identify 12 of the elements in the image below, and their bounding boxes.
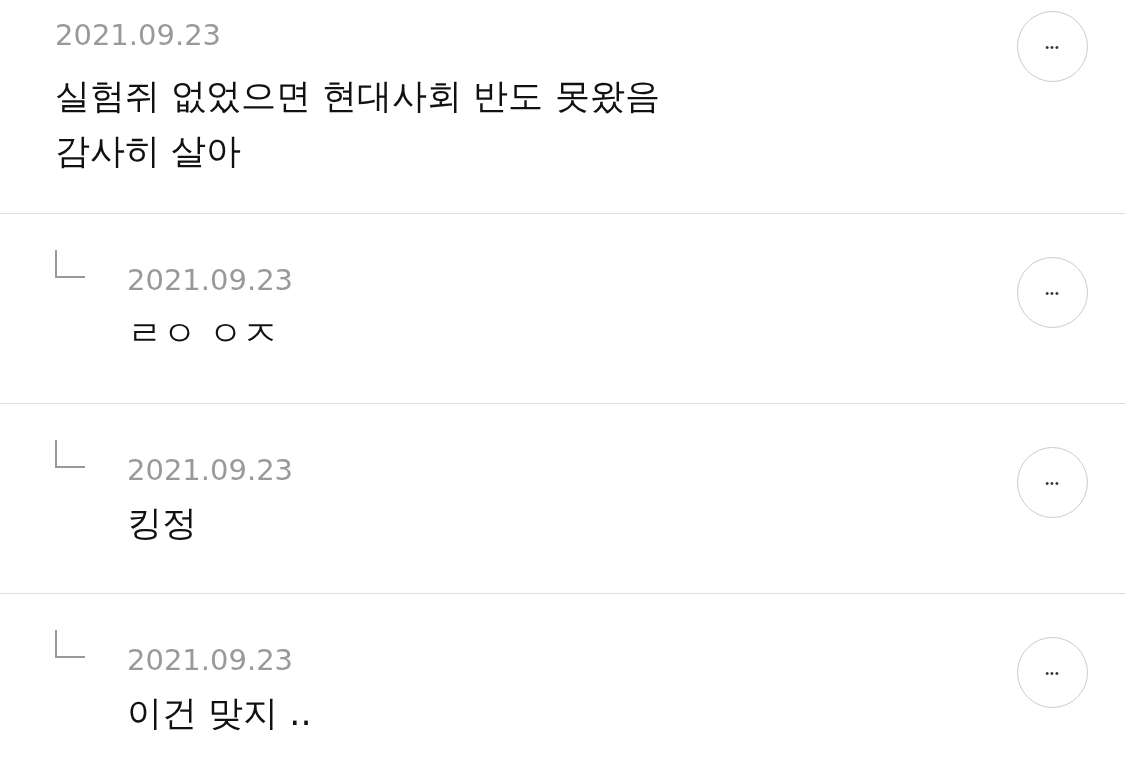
reply-date: 2021.09.23: [127, 263, 294, 297]
more-button[interactable]: •••: [1017, 637, 1088, 708]
reply-date: 2021.09.23: [127, 643, 295, 677]
more-button[interactable]: •••: [1017, 257, 1088, 328]
reply-date: 2021.09.23: [127, 453, 294, 487]
comment-date: 2021.09.23: [55, 18, 223, 52]
reply-text: ㄹㅇ ㅇㅈ: [127, 312, 280, 355]
comment-text: 실험쥐 없었으면 현대사회 반도 못왔음 감사히 살아: [55, 75, 660, 173]
reply-text: 이건 맞지 ..: [127, 692, 312, 735]
more-button[interactable]: •••: [1017, 11, 1088, 82]
reply-text: 킹정: [127, 502, 198, 545]
more-button[interactable]: •••: [1017, 447, 1088, 518]
